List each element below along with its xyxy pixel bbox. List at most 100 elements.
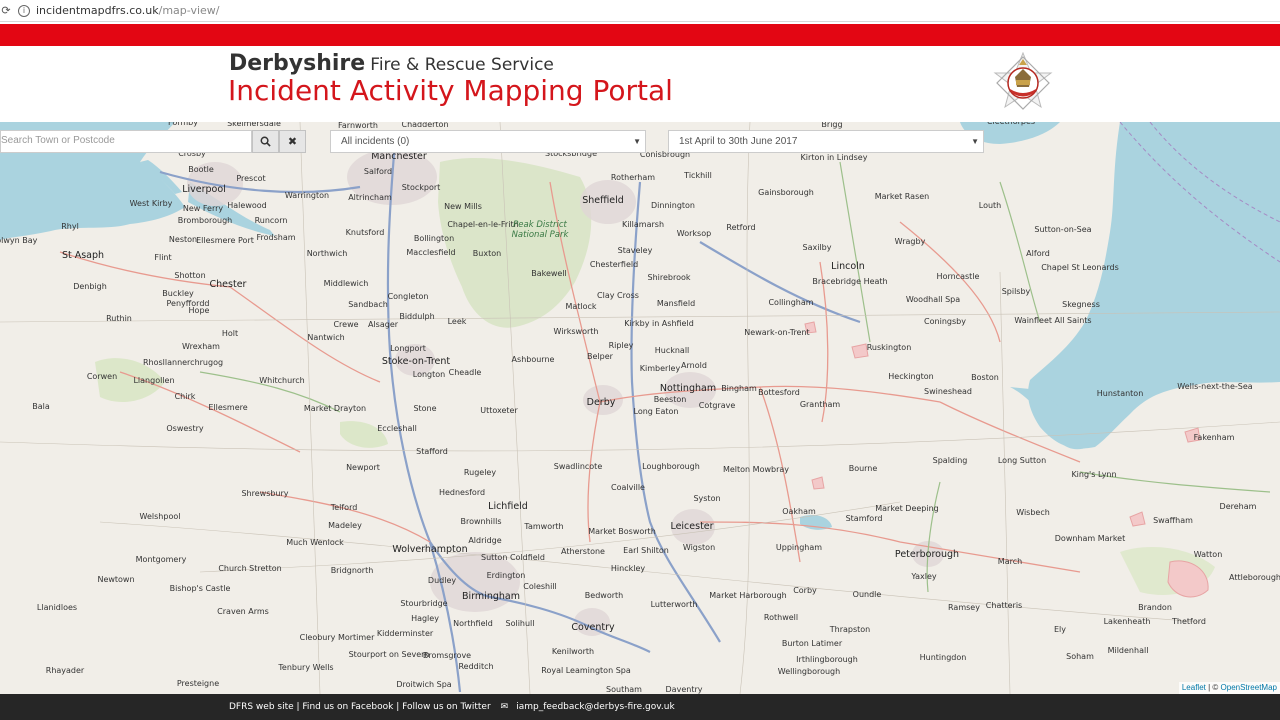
- openstreetmap-link[interactable]: OpenStreetMap: [1221, 683, 1277, 692]
- town-label: Longport: [390, 344, 426, 353]
- town-label: Market Rasen: [874, 192, 930, 201]
- incident-map[interactable]: Formby Skelmersdale Farnworth Chadderton Bri…: [0, 122, 1280, 694]
- chevron-down-icon: ▼: [633, 137, 641, 146]
- town-label: Solihull: [505, 619, 535, 628]
- map-attribution: Leaflet | © OpenStreetMap: [1178, 682, 1280, 694]
- town-label: Wolverhampton: [392, 544, 468, 555]
- town-label: Newark-on-Trent: [744, 328, 810, 337]
- town-label: Holt: [221, 329, 239, 338]
- town-label: Ripley: [608, 341, 634, 350]
- town-label: Arnold: [681, 361, 707, 370]
- town-label: Royal Leamington Spa: [541, 666, 631, 675]
- town-label: Kimberley: [639, 364, 681, 373]
- town-label: Uppingham: [775, 543, 823, 552]
- town-label: Thetford: [1172, 617, 1206, 626]
- town-label: Coningsby: [924, 317, 966, 326]
- town-label: Northfield: [453, 619, 493, 628]
- town-label: Birmingham: [462, 591, 520, 602]
- town-label: Alsager: [367, 320, 399, 329]
- town-label: Soham: [1066, 652, 1094, 661]
- leaflet-link[interactable]: Leaflet: [1182, 683, 1206, 692]
- date-range-value: 1st April to 30th June 2017: [679, 136, 798, 147]
- town-label: March: [997, 557, 1023, 566]
- town-label: Ramsey: [948, 603, 980, 612]
- town-label: Craven Arms: [217, 607, 269, 616]
- footer-links[interactable]: DFRS web site | Find us on Facebook | Fo…: [229, 702, 491, 712]
- town-label: Oakham: [782, 507, 816, 516]
- town-label: West Kirby: [129, 199, 173, 208]
- org-name-bold: Derbyshire: [229, 51, 366, 76]
- town-label: Market Drayton: [303, 404, 367, 413]
- town-label: Swineshead: [924, 387, 972, 396]
- town-label: Kidderminster: [376, 629, 434, 638]
- town-label: Madeley: [328, 521, 362, 530]
- town-label: Lutterworth: [650, 600, 698, 609]
- town-label: Shotton: [174, 271, 206, 280]
- incident-filter-select[interactable]: All incidents (0) ▼: [330, 130, 646, 153]
- town-label: Shirebrook: [647, 273, 691, 282]
- town-label: Peterborough: [894, 549, 960, 560]
- town-label: Watton: [1193, 550, 1223, 559]
- town-label: Longton: [412, 370, 446, 379]
- date-range-select[interactable]: 1st April to 30th June 2017 ▼: [668, 130, 984, 153]
- clear-search-button[interactable]: ✖: [279, 130, 306, 153]
- town-label: Hunstanton: [1096, 389, 1144, 398]
- town-label: Sutton-on-Sea: [1034, 225, 1092, 234]
- town-label: Skegness: [1062, 300, 1100, 309]
- town-label: Wainfleet All Saints: [1014, 316, 1092, 325]
- town-label: Newtown: [97, 575, 135, 584]
- town-label: Bingham: [721, 384, 757, 393]
- town-label: Sheffield: [582, 195, 624, 206]
- town-label: Long Eaton: [633, 407, 679, 416]
- town-label: Bridgnorth: [330, 566, 374, 575]
- town-label: Belper: [587, 352, 613, 361]
- town-label: Frodsham: [256, 233, 296, 242]
- url-text[interactable]: incidentmapdfrs.co.uk/map-view/: [36, 4, 220, 17]
- town-label: Gainsborough: [758, 188, 814, 197]
- reload-icon[interactable]: ⟳: [0, 0, 12, 22]
- town-label: Grantham: [799, 400, 841, 409]
- info-icon[interactable]: i: [18, 4, 30, 17]
- town-label: Boston: [971, 373, 999, 382]
- town-label: Stamford: [845, 514, 883, 523]
- town-label: Saxilby: [802, 243, 832, 252]
- org-name-rest: Fire & Rescue Service: [370, 55, 554, 75]
- search-input[interactable]: Search Town or Postcode: [0, 130, 252, 153]
- town-label: Presteigne: [176, 679, 220, 688]
- town-label: Nantwich: [307, 333, 345, 342]
- chevron-down-icon: ▼: [971, 137, 979, 146]
- town-label: Earl Shilton: [623, 546, 669, 555]
- town-label: Dereham: [1219, 502, 1257, 511]
- town-label: Yaxley: [911, 572, 937, 581]
- town-label: Tenbury Wells: [278, 663, 334, 672]
- town-label: Skelmersdale: [227, 122, 281, 128]
- town-label: Denbigh: [73, 282, 107, 291]
- town-label: Killamarsh: [621, 220, 665, 229]
- org-name: Derbyshire Fire & Rescue Service: [229, 51, 554, 76]
- town-label: Melton Mowbray: [722, 465, 790, 474]
- town-label: St Asaph: [61, 250, 105, 261]
- town-label: Sandbach: [348, 300, 388, 309]
- town-label: Retford: [726, 223, 756, 232]
- browser-address-bar: ⟳ i incidentmapdfrs.co.uk/map-view/: [0, 0, 1280, 22]
- url-host: incidentmapdfrs.co.uk: [36, 4, 159, 17]
- town-label: Chadderton: [401, 122, 449, 129]
- town-label: Nottingham: [659, 383, 717, 394]
- town-label: Rhosllannerchrugog: [142, 358, 224, 367]
- town-label: Tickhill: [684, 171, 712, 180]
- search-icon: [260, 136, 271, 147]
- feedback-email-link[interactable]: iamp_feedback@derbys-fire.gov.uk: [516, 702, 674, 712]
- town-label: Northwich: [306, 249, 348, 258]
- town-label: Redditch: [458, 662, 494, 671]
- town-label: Hucknall: [654, 346, 690, 355]
- town-label: Spalding: [932, 456, 968, 465]
- town-label: Kirkby in Ashfield: [624, 319, 694, 328]
- town-label: Chapel St Leonards: [1041, 263, 1119, 272]
- town-label: Farnworth: [338, 122, 378, 130]
- town-label: Stockport: [401, 183, 441, 192]
- town-label: Worksop: [676, 229, 712, 238]
- town-label: Wisbech: [1016, 508, 1050, 517]
- search-button[interactable]: [252, 130, 279, 153]
- town-label: Dinnington: [651, 201, 695, 210]
- town-label: Bollington: [413, 234, 455, 243]
